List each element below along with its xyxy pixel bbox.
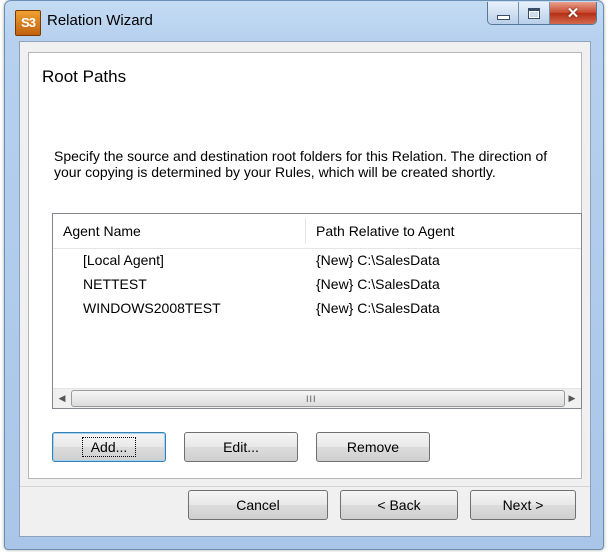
edit-button[interactable]: Edit... — [184, 432, 298, 462]
column-header-agent-name[interactable]: Agent Name — [53, 214, 311, 248]
close-icon: ✕ — [566, 5, 580, 22]
minimize-icon — [496, 14, 510, 20]
path-cell: {New} C:\SalesData — [316, 252, 440, 268]
cancel-button[interactable]: Cancel — [188, 490, 328, 520]
scrollbar-thumb[interactable]: III — [71, 390, 565, 407]
agent-name-cell: NETTEST — [83, 276, 147, 292]
app-icon: S3 — [15, 10, 41, 36]
horizontal-scrollbar[interactable]: ◀ III ▶ — [53, 388, 581, 408]
list-item[interactable]: [Local Agent] {New} C:\SalesData — [53, 248, 581, 272]
column-header-path[interactable]: Path Relative to Agent — [306, 214, 576, 248]
title-bar[interactable]: S3 Relation Wizard ✕ — [5, 1, 603, 41]
page-title: Root Paths — [42, 67, 127, 86]
window-title: Relation Wizard — [47, 12, 153, 29]
relation-wizard-window: S3 Relation Wizard ✕ Root Paths Specify … — [4, 0, 604, 550]
agent-name-cell: WINDOWS2008TEST — [83, 300, 221, 316]
root-paths-list[interactable]: Agent Name Path Relative to Agent [Local… — [52, 213, 582, 409]
agent-name-cell: [Local Agent] — [83, 252, 164, 268]
grip-icon: III — [306, 394, 317, 404]
caption-buttons: ✕ — [487, 2, 597, 25]
list-item[interactable]: NETTEST {New} C:\SalesData — [53, 272, 581, 296]
page-description: Specify the source and destination root … — [54, 148, 548, 180]
list-rows: [Local Agent] {New} C:\SalesData NETTEST… — [53, 248, 581, 320]
remove-button[interactable]: Remove — [316, 432, 430, 462]
list-header: Agent Name Path Relative to Agent — [53, 214, 581, 249]
add-button-label: Add... — [81, 437, 137, 457]
back-button[interactable]: < Back — [340, 490, 458, 520]
scroll-left-icon[interactable]: ◀ — [53, 389, 71, 408]
minimize-button[interactable] — [488, 2, 519, 24]
scroll-right-icon[interactable]: ▶ — [563, 389, 581, 408]
maximize-icon — [528, 7, 540, 19]
path-cell: {New} C:\SalesData — [316, 276, 440, 292]
add-button[interactable]: Add... — [52, 432, 166, 462]
list-item[interactable]: WINDOWS2008TEST {New} C:\SalesData — [53, 296, 581, 320]
dialog-client-area: Root Paths Specify the source and destin… — [19, 41, 591, 537]
path-cell: {New} C:\SalesData — [316, 300, 440, 316]
close-button[interactable]: ✕ — [550, 2, 596, 24]
maximize-button[interactable] — [519, 2, 550, 24]
footer-divider — [20, 486, 590, 487]
next-button[interactable]: Next > — [470, 490, 576, 520]
